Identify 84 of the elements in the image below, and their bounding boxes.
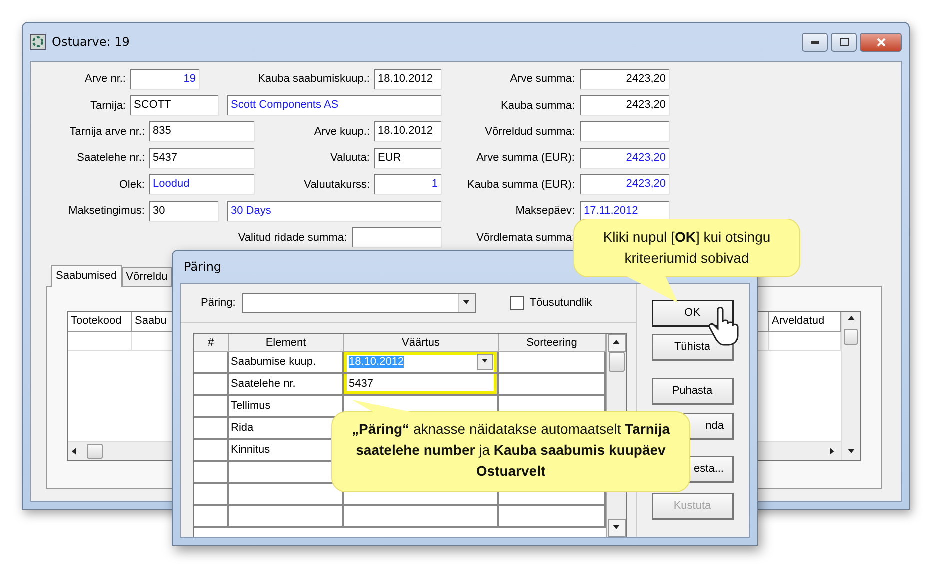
input-field[interactable]: 30 Days (227, 200, 442, 222)
down-arrow-icon (613, 524, 620, 532)
grid-cell (194, 374, 229, 396)
grid-cell (194, 396, 229, 418)
dialog-button[interactable]: OK (652, 300, 734, 327)
vertical-scrollbar[interactable] (841, 312, 860, 460)
input-field[interactable]: 2423,20 (580, 174, 670, 196)
input-field[interactable]: EUR (374, 148, 442, 169)
field-label: Arve kuup.: (313, 126, 370, 138)
callout-tooltip: „Päring“ aknasse näidatakse automaatselt Tarnija saatelehe number ja Kauba saabumis kuupäev Ostuarvelt (330, 398, 692, 494)
left-arrow-icon (72, 448, 79, 454)
input-field[interactable]: 835 (149, 121, 255, 142)
input-field[interactable]: 5437 (149, 148, 255, 169)
field-label: Valuutakurss: (303, 178, 370, 191)
dialog-title: Päring (184, 260, 222, 274)
up-arrow-icon (848, 316, 854, 323)
input-field[interactable]: SCOTT (130, 95, 219, 116)
grid-cell (194, 506, 229, 528)
field-label: Arve nr.: (84, 73, 126, 86)
field-label: Arve summa: (509, 73, 575, 86)
scroll-thumb[interactable] (608, 352, 624, 372)
input-field[interactable]: 2423,20 (580, 148, 670, 169)
field-label: Võrreldud summa: (484, 126, 575, 138)
input-field[interactable]: 2423,20 (580, 95, 670, 116)
query-dropdown[interactable] (242, 293, 476, 313)
dialog-button[interactable]: Puhasta (652, 378, 734, 405)
field-label: Valuuta: (329, 152, 370, 164)
input-field[interactable]: 2423,20 (580, 68, 670, 90)
input-field[interactable]: 17.11.2012 (580, 200, 670, 222)
field-label: Valitud ridade summa: (237, 232, 347, 244)
close-button[interactable] (860, 32, 902, 52)
grid-cell (194, 418, 229, 440)
field-label: Kauba summa (EUR): (466, 178, 575, 191)
query-label: Päring: (201, 297, 236, 309)
input-field[interactable]: 1 (374, 174, 442, 196)
checkbox[interactable] (510, 296, 524, 310)
scroll-thumb[interactable] (844, 328, 858, 345)
column-header[interactable]: Element (229, 334, 344, 352)
field-label: Maksepäev: (514, 205, 575, 218)
field-label: Tarnija: (90, 100, 126, 112)
minimize-icon (811, 40, 819, 44)
input-field[interactable] (580, 121, 670, 142)
grid-cell: Saabumise kuup. (229, 352, 344, 374)
scroll-up-button[interactable] (608, 334, 626, 352)
scroll-thumb[interactable] (87, 444, 103, 458)
minimize-button[interactable] (802, 32, 828, 52)
down-arrow-icon (848, 449, 854, 456)
scroll-down-button[interactable] (608, 519, 626, 537)
tab[interactable]: Saabumised (51, 264, 122, 287)
field-label: Arve summa (EUR): (476, 152, 575, 164)
window-title: Ostuarve: 19 (52, 35, 130, 49)
column-header[interactable]: Tootekood (68, 312, 132, 331)
column-header[interactable]: # (194, 334, 229, 352)
grid-cell: Saatelehe nr. (229, 374, 344, 396)
field-label: Olek: (118, 178, 145, 191)
input-field[interactable] (352, 227, 442, 248)
maximize-icon (840, 38, 848, 46)
field-label: Maksetingimus: (68, 205, 145, 218)
dialog-button[interactable]: Tühista (652, 334, 734, 361)
right-arrow-icon (830, 448, 837, 454)
down-arrow-icon (482, 359, 488, 365)
up-arrow-icon (613, 340, 620, 346)
close-icon (876, 38, 886, 46)
field-label: Saatelehe nr.: (76, 152, 145, 164)
checkbox-label: Tõusutundlik (530, 297, 592, 309)
input-field[interactable]: Scott Components AS (227, 95, 442, 116)
field-label: Võrdlemata summa: (476, 232, 575, 244)
input-field[interactable]: 18.10.2012 (374, 68, 442, 90)
grid-cell: 5437 (344, 374, 499, 396)
field-label: Kauba saabumiskuup.: (257, 73, 370, 86)
grid-cell (194, 484, 229, 506)
down-arrow-icon (463, 300, 470, 306)
maximize-button[interactable] (831, 32, 857, 52)
app-icon (30, 34, 46, 50)
input-field[interactable]: 18.10.2012 (374, 121, 442, 142)
field-label: Tarnija arve nr.: (68, 126, 145, 138)
input-field[interactable]: Loodud (149, 174, 255, 196)
column-header[interactable]: Väärtus (344, 334, 499, 352)
tab[interactable]: Võrreldu (122, 266, 172, 286)
grid-cell (194, 440, 229, 462)
grid-cell (194, 352, 229, 374)
input-field[interactable]: 19 (130, 68, 200, 90)
input-field[interactable]: 30 (149, 200, 219, 222)
field-label: Kauba summa: (500, 100, 575, 112)
